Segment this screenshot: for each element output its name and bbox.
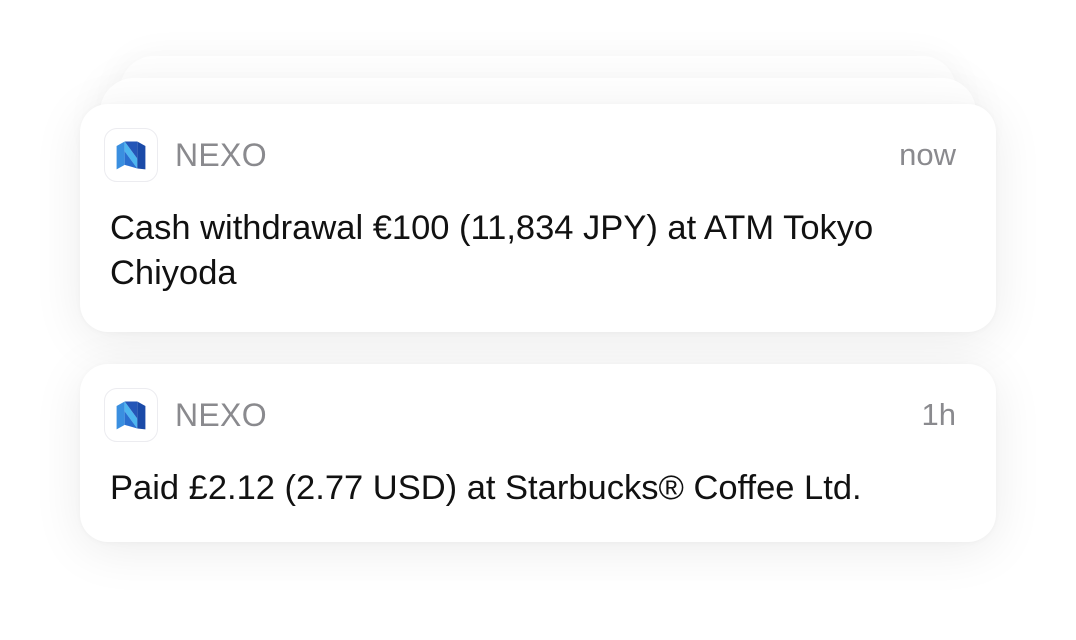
notification-time: now	[899, 137, 956, 172]
notification-message: Paid £2.12 (2.77 USD) at Starbucks® Coff…	[110, 469, 862, 507]
notification-time: 1h	[921, 397, 956, 432]
app-name: NEXO	[175, 137, 267, 173]
app-name: NEXO	[175, 397, 267, 433]
nexo-logo-icon	[104, 128, 158, 182]
notification-card[interactable]: NEXO 1h Paid £2.12 (2.77 USD) at Starbuc…	[80, 364, 996, 542]
notification-message: Cash withdrawal €100 (11,834 JPY) at ATM…	[110, 209, 874, 292]
nexo-logo-icon	[104, 388, 158, 442]
notification-card[interactable]: NEXO now Cash withdrawal €100 (11,834 JP…	[80, 104, 996, 332]
